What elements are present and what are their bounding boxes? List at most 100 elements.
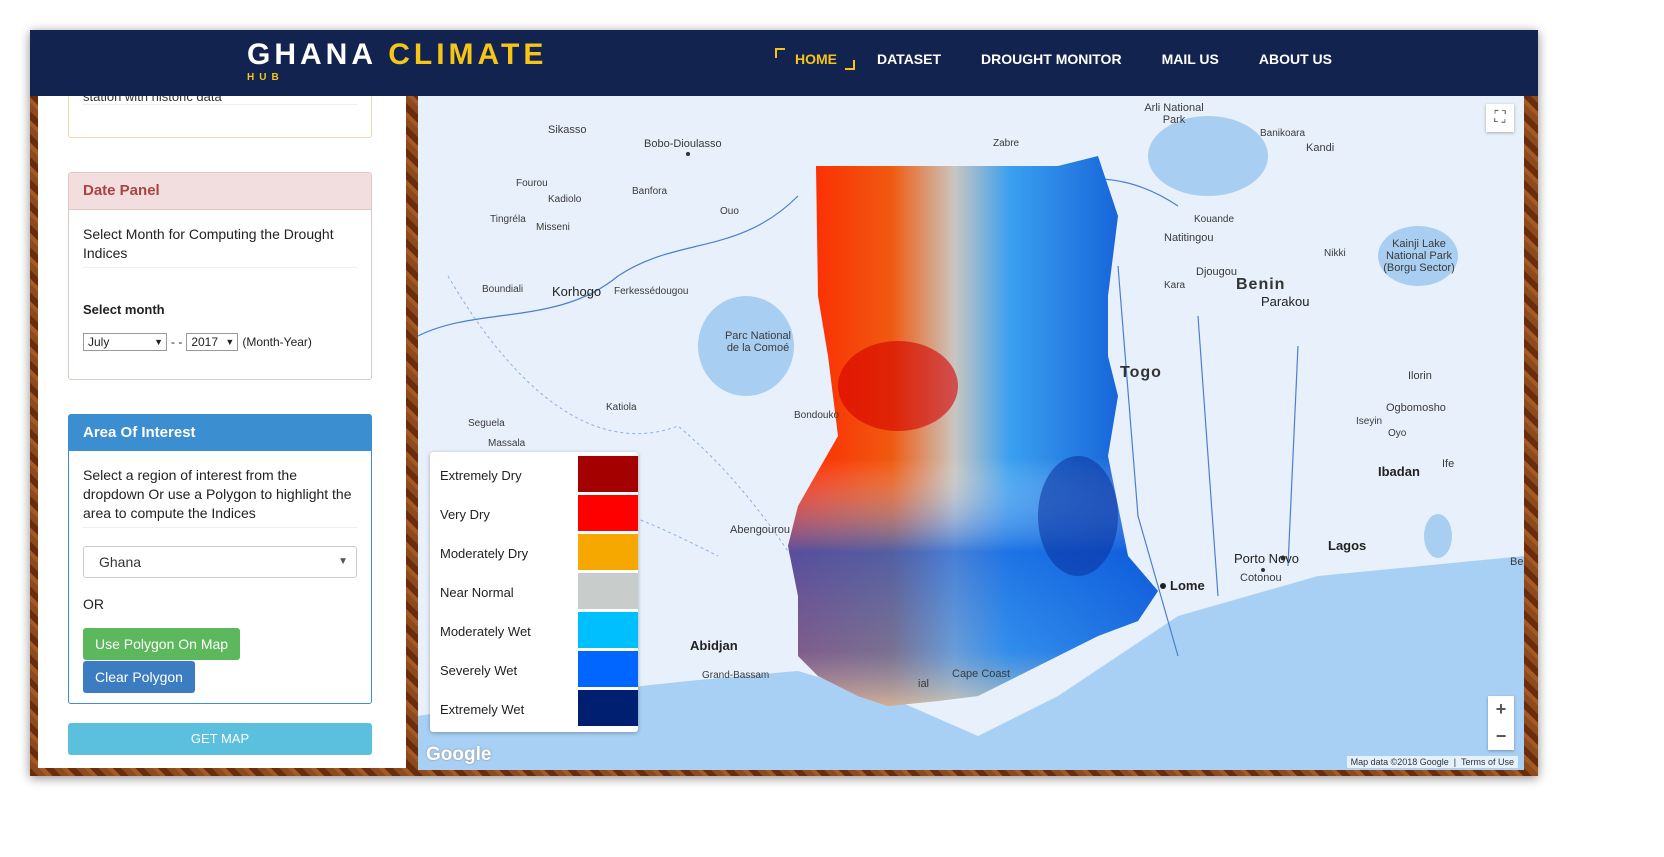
nav-home[interactable]: HOME [775,48,857,70]
legend-item: Moderately Dry [430,534,638,572]
legend-label: Extremely Dry [440,468,522,483]
map-label: Tingréla [490,214,526,225]
select-month-label: Select month [83,302,165,317]
map-label: Sikasso [548,124,587,136]
legend-label: Moderately Wet [440,624,531,639]
get-map-button[interactable]: GET MAP [68,723,372,755]
map-label: Lome [1170,578,1205,593]
nav-dataset[interactable]: DATASET [857,50,961,68]
legend-label: Near Normal [440,585,514,600]
station-panel-text: station with historic data [83,96,222,104]
legend-swatch [578,534,638,570]
map-label: Abengourou [730,524,790,536]
map-label: Banikoara [1260,128,1306,139]
map-label: Boundiali [482,284,524,295]
city-marker [686,152,690,156]
aoi-description: Select a region of interest from the dro… [83,466,357,528]
map-label: Natitingou [1164,232,1214,244]
city-marker [1160,583,1166,589]
extreme-wet-zone [1038,456,1118,576]
map-label: Oyo [1388,428,1407,439]
legend-item: Near Normal [430,573,638,611]
main-nav: HOME DATASET DROUGHT MONITOR MAIL US ABO… [775,48,1352,70]
nav-mail-us[interactable]: MAIL US [1142,50,1239,68]
map-label: Misseni [536,222,570,233]
legend-swatch [578,456,638,492]
terms-link[interactable]: Terms of Use [1461,757,1514,767]
brand-part2: CLIMATE [388,38,548,71]
map-label: Ferkessédougou [614,286,689,297]
map-label: Bobo-Dioulasso [644,138,722,150]
zoom-out-button[interactable]: − [1488,723,1514,750]
map-label: Ibadan [1378,464,1420,479]
aoi-panel-title: Area Of Interest [69,415,371,451]
map-label-country: Benin [1236,276,1286,293]
legend-label: Moderately Dry [440,546,529,561]
map-label: Lagos [1328,538,1367,553]
date-panel-title: Date Panel [69,173,371,210]
ghana-drought-overlay-shading [788,156,1158,706]
map-label: Kadiolo [548,194,582,205]
format-hint: (Month-Year) [242,335,312,349]
map-label: Be [1510,556,1524,568]
map-label: Parc National de la Comoé [724,330,792,354]
sidebar: station with historic data Date Panel Se… [38,96,406,768]
map-label: Ife [1442,458,1455,470]
legend-item: Moderately Wet [430,612,638,650]
year-select[interactable]: 2017 ▼ [186,333,239,351]
legend-item: Severely Wet [430,651,638,689]
legend-label: Very Dry [440,507,490,522]
area-of-interest-panel: Area Of Interest Select a region of inte… [68,414,372,704]
or-text: OR [83,596,104,612]
map-label: Kara [1164,280,1186,291]
map-attribution: Map data ©2018 Google | Terms of Use [1346,756,1518,768]
map-label: Djougou [1196,266,1237,278]
attribution-text: Map data ©2018 Google [1350,757,1449,767]
lake [1148,116,1268,196]
legend-swatch [578,612,638,648]
month-select[interactable]: July ▼ [83,333,167,351]
station-panel: station with historic data [68,96,372,138]
map-label: Ogbomosho [1386,402,1446,414]
region-dropdown-value: Ghana [99,554,142,570]
legend-item: Very Dry [430,495,638,533]
date-separator: - - [171,335,183,349]
use-polygon-button[interactable]: Use Polygon On Map [83,628,241,660]
extreme-dry-zone [838,341,958,431]
map-label: Iseyin [1356,416,1383,427]
map-label: Nikki [1324,248,1346,259]
legend-item: Extremely Dry [430,456,638,494]
google-logo: Google [426,744,492,765]
map-label: Arli National Park [1144,102,1204,126]
map-view[interactable]: Sikasso Bobo-Dioulasso Arli National Par… [418,96,1524,770]
map-label: ial [918,678,930,690]
nav-drought-monitor[interactable]: DROUGHT MONITOR [961,50,1142,68]
year-select-value: 2017 [191,335,219,349]
map-label: Kouande [1194,214,1235,225]
chevron-down-icon: ▼ [338,556,348,567]
zoom-in-button[interactable]: + [1488,696,1514,723]
map-label: Fourou [516,178,548,189]
date-panel: Date Panel Select Month for Computing th… [68,172,372,380]
map-label: Zabre [993,138,1020,149]
clear-polygon-button[interactable]: Clear Polygon [83,661,195,693]
brand-logo[interactable]: GHANA CLIMATE [247,38,547,72]
navbar: GHANA CLIMATE HUB HOME DATASET DROUGHT M… [30,30,1538,96]
map-label: Seguela [468,418,505,429]
nav-about-us[interactable]: ABOUT US [1239,50,1352,68]
brand-part1: GHANA [247,38,376,71]
month-select-value: July [88,335,110,349]
map-label: Cape Coast [952,668,1011,680]
lake [1424,514,1452,558]
map-label: Ouo [720,206,739,217]
map-label: Porto Novo [1234,551,1300,566]
map-label: Korhogo [552,284,602,299]
map-label: Abidjan [690,638,738,653]
map-label: Cotonou [1240,572,1282,584]
map-label: Grand-Bassam [702,670,770,681]
map-label: Kandi [1306,142,1335,154]
legend-swatch [578,573,638,609]
region-dropdown[interactable]: Ghana ▼ [83,546,357,578]
fullscreen-icon[interactable]: ⛶ [1486,104,1514,132]
map-label: Kainji Lake National Park (Borgu Sector) [1383,238,1455,274]
